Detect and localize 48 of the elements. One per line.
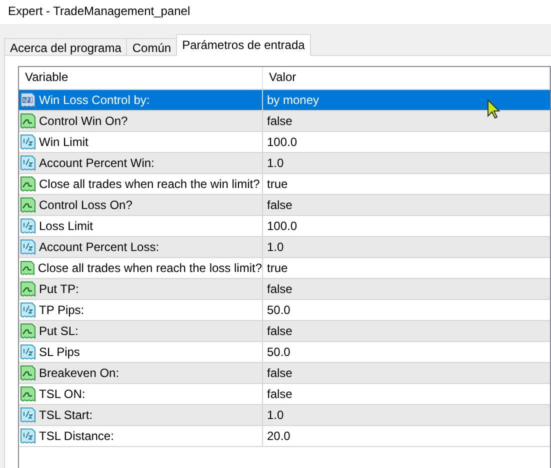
table-cell[interactable]: by money	[263, 90, 550, 110]
table-cell[interactable]: 1.0	[263, 153, 550, 173]
table-cell[interactable]: 1.0	[263, 237, 550, 257]
fraction-value-icon	[20, 302, 36, 318]
table-cell[interactable]: Account Percent Loss:	[19, 237, 263, 257]
toggle-value-icon	[20, 281, 36, 297]
table-cell[interactable]: SL Pips	[19, 342, 263, 362]
table-cell[interactable]: TSL Start:	[19, 405, 263, 425]
table-cell[interactable]: Loss Limit	[19, 216, 263, 236]
table-cell[interactable]: Close all trades when reach the loss limit?	[19, 258, 263, 278]
table-cell[interactable]: Breakeven On:	[19, 363, 263, 383]
table-cell[interactable]: false	[263, 321, 550, 341]
table-cell[interactable]: Put TP:	[19, 279, 263, 299]
fraction-value-icon	[20, 344, 36, 360]
table-cell[interactable]: false	[263, 111, 550, 131]
table-cell[interactable]: false	[263, 363, 550, 383]
table-cell[interactable]: Close all trades when reach the win limit?	[19, 174, 263, 194]
toggle-value-icon	[20, 260, 35, 276]
table-cell[interactable]: false	[263, 195, 550, 215]
tab[interactable]: Acerca del programa	[4, 38, 128, 56]
fraction-value-icon	[20, 134, 36, 150]
fraction-value-icon	[20, 239, 36, 255]
table-cell[interactable]: TSL Distance:	[19, 426, 263, 446]
table-cell[interactable]: TSL ON:	[19, 384, 263, 404]
tab[interactable]: Parámetros de entrada	[176, 34, 311, 56]
table-cell[interactable]: Win Loss Control by:	[19, 90, 263, 110]
toggle-value-icon	[20, 386, 36, 402]
table-cell[interactable]: Account Percent Win:	[19, 153, 263, 173]
window-title: Expert - TradeManagement_panel	[7, 3, 192, 20]
table-cell[interactable]: 1.0	[263, 405, 550, 425]
fraction-value-icon	[20, 155, 36, 171]
fraction-value-icon	[20, 428, 36, 444]
table-cell[interactable]: TP Pips:	[19, 300, 263, 320]
toggle-value-icon	[20, 365, 36, 381]
column-header[interactable]: Valor	[263, 67, 550, 89]
fraction-value-icon	[20, 407, 36, 423]
table-cell[interactable]: Control Loss On?	[19, 195, 263, 215]
toggle-value-icon	[20, 176, 36, 192]
column-header[interactable]: Variable	[19, 67, 263, 89]
table-cell[interactable]: Control Win On?	[19, 111, 263, 131]
table-cell[interactable]: false	[263, 279, 550, 299]
toggle-value-icon	[20, 197, 36, 213]
toggle-value-icon	[20, 113, 36, 129]
fraction-value-icon	[20, 218, 36, 234]
table-cell[interactable]: Win Limit	[19, 132, 263, 152]
toggle-value-icon	[20, 323, 36, 339]
table-cell[interactable]: Put SL:	[19, 321, 263, 341]
mouse-pointer-icon	[487, 99, 501, 119]
